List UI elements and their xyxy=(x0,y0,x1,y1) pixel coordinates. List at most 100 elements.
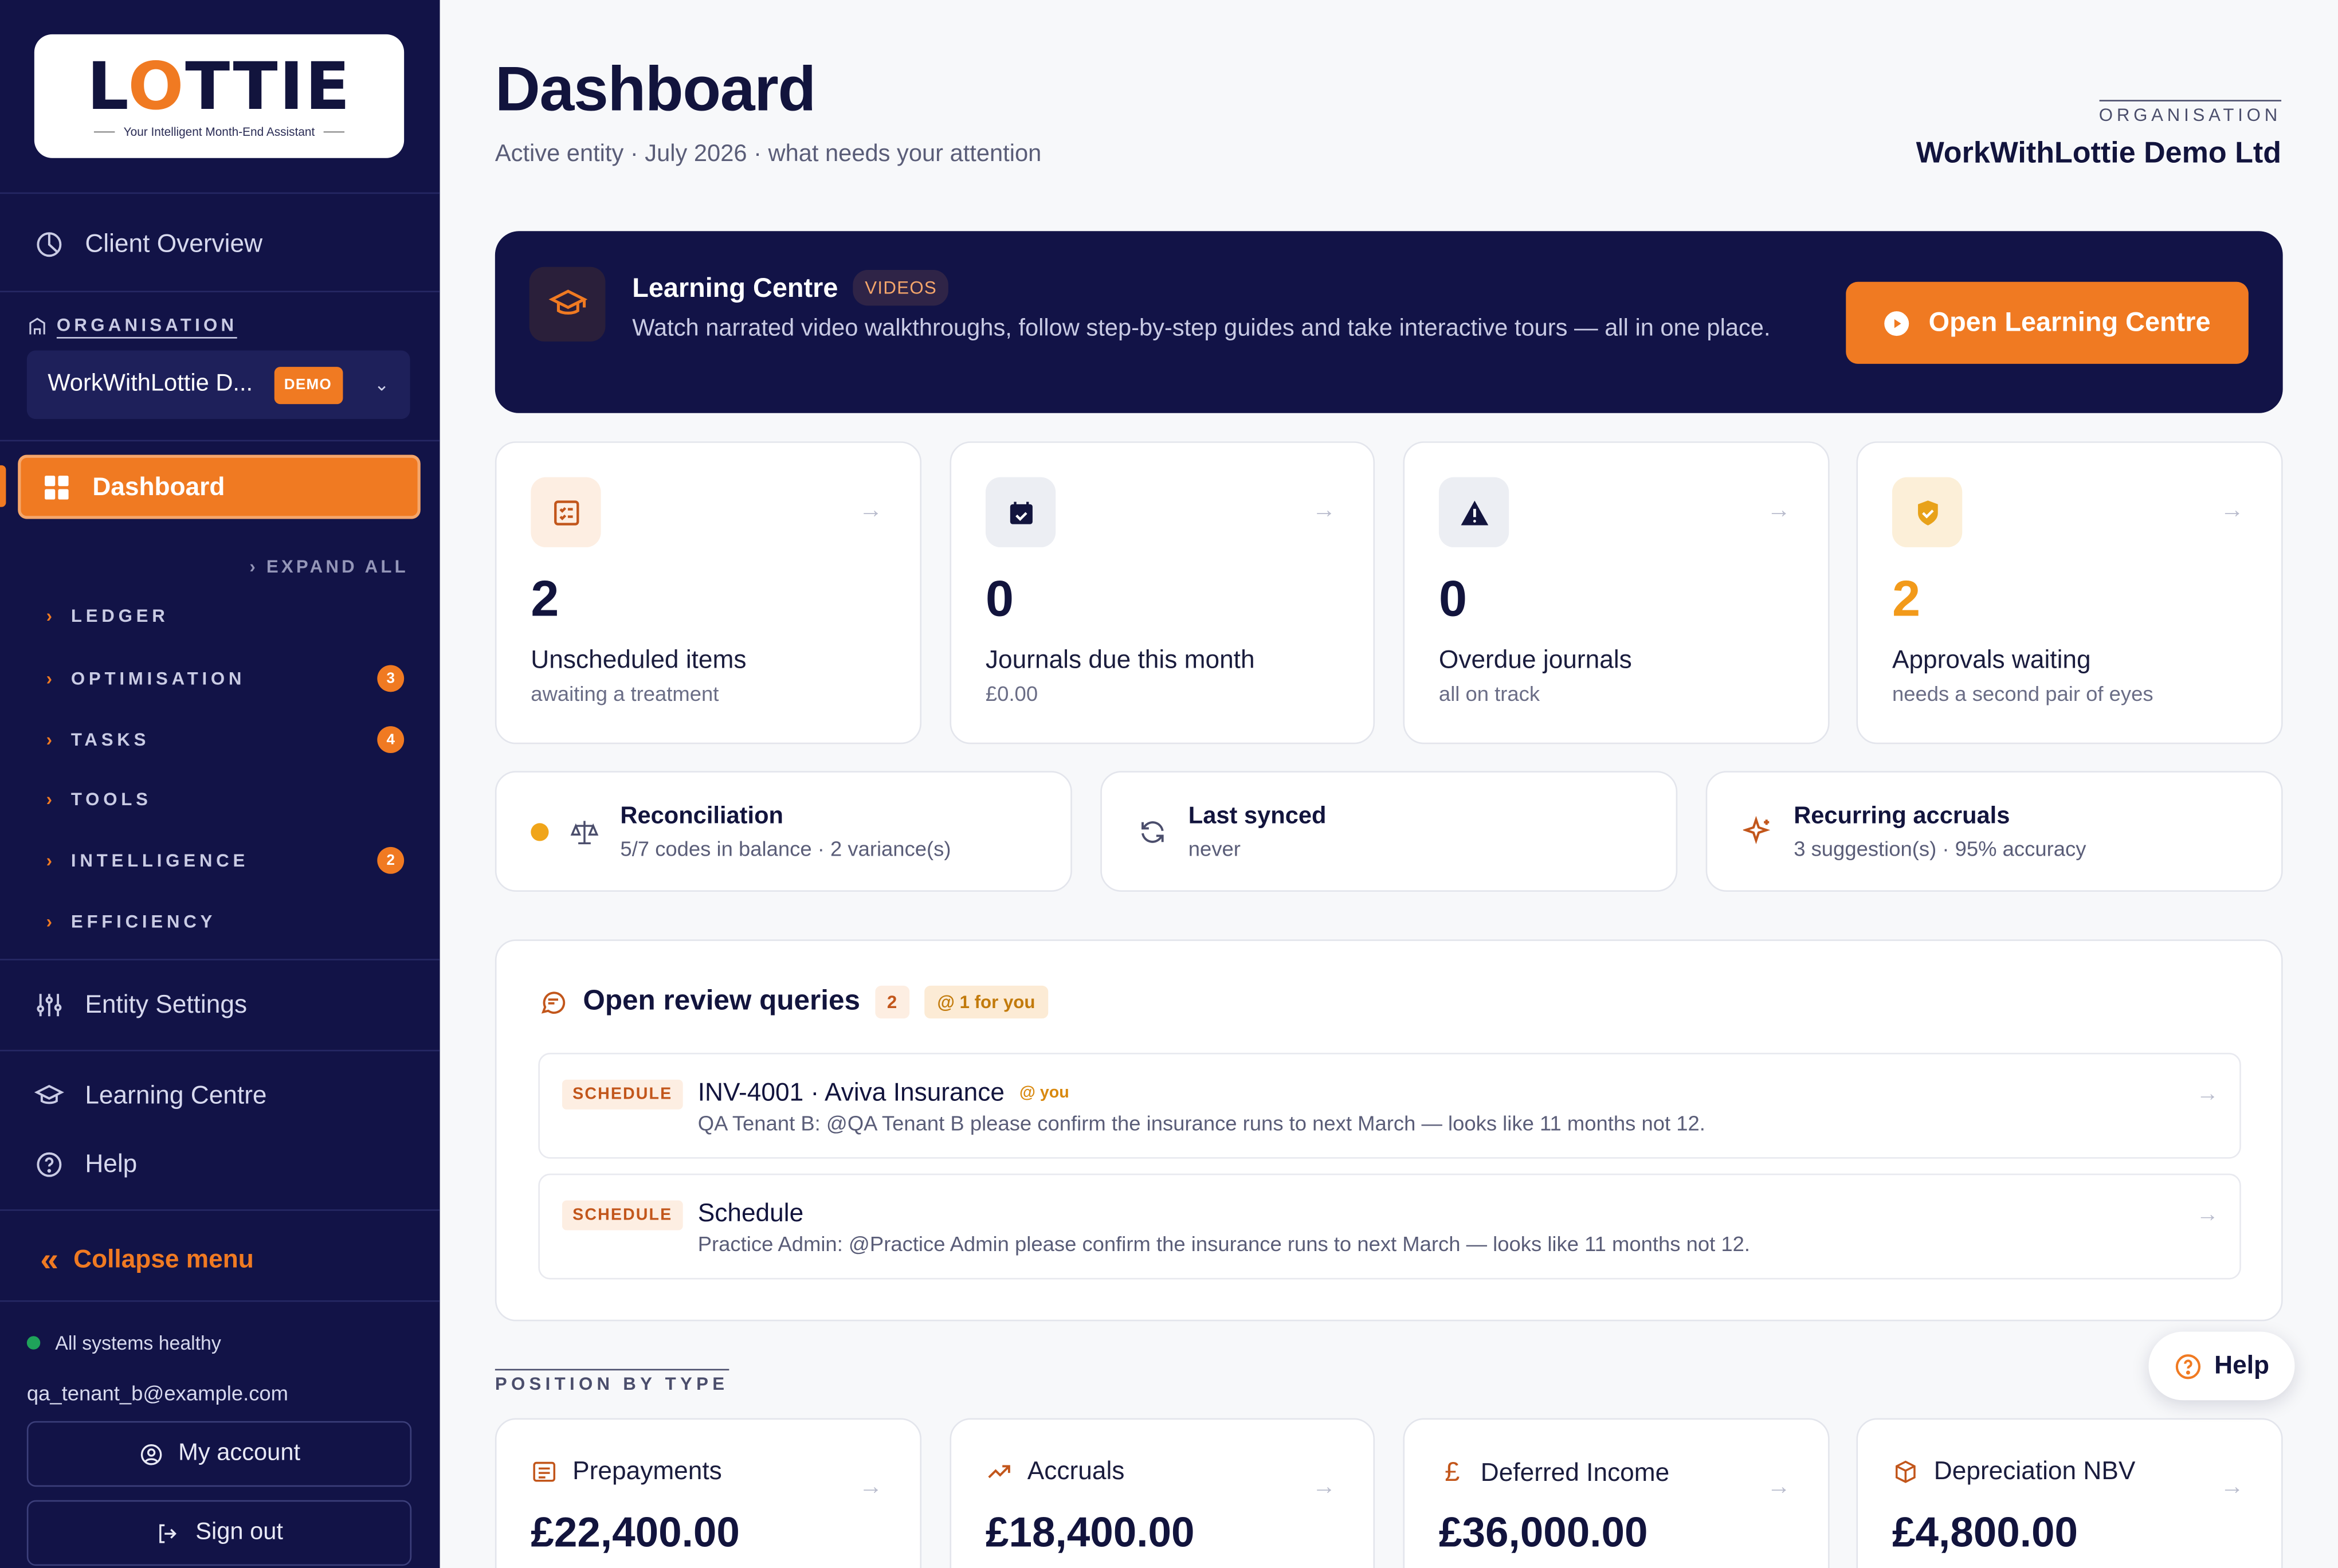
divider xyxy=(0,959,440,961)
recurring-accruals-subtext: 3 suggestion(s) · 95% accuracy xyxy=(1794,836,2086,861)
my-account-button[interactable]: My account xyxy=(26,1421,412,1487)
section-label: TOOLS xyxy=(70,789,152,810)
arrow-right-icon: → xyxy=(858,1475,883,1500)
graduation-cap-icon xyxy=(34,1084,64,1104)
stat-subtext: £0.00 xyxy=(985,681,1038,705)
nav-section-efficiency[interactable]: › EFFICIENCY xyxy=(46,911,404,932)
org-select-value: WorkWithLottie D... xyxy=(48,371,253,397)
nav-client-overview[interactable]: Client Overview xyxy=(34,230,262,260)
stat-card-unscheduled[interactable]: → 2 Unscheduled items awaiting a treatme… xyxy=(495,441,922,744)
arrow-right-icon: → xyxy=(1312,498,1336,524)
stat-label: Journals due this month xyxy=(985,645,1255,675)
nav-client-overview-label: Client Overview xyxy=(85,229,263,258)
nav-learning-centre[interactable]: Learning Centre xyxy=(34,1081,267,1111)
org-label-text: ORGANISATION xyxy=(56,315,238,339)
recurring-accruals-title: Recurring accruals xyxy=(1794,803,2010,829)
nav-section-ledger[interactable]: › LEDGER xyxy=(46,605,404,626)
help-circle-icon xyxy=(2176,1353,2201,1379)
sign-out-button[interactable]: Sign out xyxy=(26,1500,412,1566)
review-queries-panel: Open review queries 2 @ 1 for you SCHEDU… xyxy=(495,939,2283,1322)
page-subtitle: Active entity · July 2026 · what needs y… xyxy=(495,142,1042,167)
logo[interactable]: LOTTIE Your Intelligent Month-End Assist… xyxy=(34,34,405,158)
chevron-right-icon: › xyxy=(46,789,56,810)
calendar-check-icon xyxy=(985,477,1056,547)
org-info-label: ORGANISATION xyxy=(2098,100,2282,126)
stat-subtext: all on track xyxy=(1438,681,1540,705)
nav-section-tools[interactable]: › TOOLS xyxy=(46,789,404,809)
position-value: £22,400.00 xyxy=(531,1509,740,1555)
divider xyxy=(0,192,440,194)
nav-section-tasks[interactable]: › TASKS 4 xyxy=(46,726,405,754)
chat-icon xyxy=(541,991,566,1014)
position-card-depreciation[interactable]: Depreciation NBV → £4,800.00 xyxy=(1856,1418,2283,1568)
logo-text: L xyxy=(87,49,128,126)
nav-dashboard[interactable]: Dashboard xyxy=(18,454,421,519)
org-label: ORGANISATION xyxy=(27,315,238,339)
chevron-right-icon: › xyxy=(46,850,56,871)
stat-card-overdue[interactable]: → 0 Overdue journals all on track xyxy=(1403,441,1830,744)
sidebar: LOTTIE Your Intelligent Month-End Assist… xyxy=(0,0,440,1568)
org-select[interactable]: WorkWithLottie D... DEMO ⌄ xyxy=(26,350,410,420)
arrow-right-icon: → xyxy=(1767,1475,1791,1500)
review-queries-title: Open review queries xyxy=(583,985,860,1017)
last-synced-card[interactable]: Last synced never xyxy=(1100,771,1678,892)
play-circle-icon xyxy=(1885,310,1910,335)
count-badge: 2 xyxy=(875,985,909,1019)
position-title-text: Deferred Income xyxy=(1480,1457,1670,1486)
warning-icon xyxy=(1438,477,1509,547)
count-badge: 4 xyxy=(377,726,405,754)
nav-dashboard-label: Dashboard xyxy=(92,472,225,500)
sign-out-icon xyxy=(159,1523,177,1543)
open-learning-centre-button[interactable]: Open Learning Centre xyxy=(1846,281,2249,364)
divider xyxy=(0,440,440,442)
floating-help-button[interactable]: Help xyxy=(2148,1331,2295,1401)
stat-card-journals-due[interactable]: → 0 Journals due this month £0.00 xyxy=(950,441,1375,744)
query-title-text: Schedule xyxy=(697,1199,804,1228)
review-query-item[interactable]: SCHEDULE Schedule Practice Admin: @Pract… xyxy=(538,1173,2241,1280)
stat-card-approvals[interactable]: → 2 Approvals waiting needs a second pai… xyxy=(1856,441,2283,744)
position-card-deferred-income[interactable]: £ Deferred Income → £36,000.00 xyxy=(1403,1418,1830,1568)
nav-help[interactable]: Help xyxy=(34,1150,137,1179)
stat-label: Overdue journals xyxy=(1438,645,1632,675)
nav-section-intelligence[interactable]: › INTELLIGENCE 2 xyxy=(46,846,405,874)
stat-label: Approvals waiting xyxy=(1892,645,2091,675)
position-title-text: Prepayments xyxy=(572,1457,722,1485)
review-queries-header: Open review queries 2 @ 1 for you xyxy=(538,985,1049,1019)
divider xyxy=(0,291,440,292)
position-value: £18,400.00 xyxy=(985,1509,1195,1555)
stat-value: 0 xyxy=(1438,571,1468,628)
org-info: ORGANISATION WorkWithLottie Demo Ltd xyxy=(1916,100,2282,171)
sync-icon xyxy=(1141,821,1164,843)
review-query-item[interactable]: SCHEDULE INV-4001 · Aviva Insurance @ you… xyxy=(538,1053,2241,1159)
learning-centre-title-text: Learning Centre xyxy=(632,272,838,302)
position-title: Depreciation NBV xyxy=(1892,1457,2135,1487)
position-by-type-label: POSITION BY TYPE xyxy=(495,1369,729,1394)
chevron-right-icon: › xyxy=(249,556,258,577)
nav-section-optimisation[interactable]: › OPTIMISATION 3 xyxy=(46,665,405,692)
section-label: TASKS xyxy=(70,729,150,750)
expand-all-button[interactable]: › EXPAND ALL xyxy=(249,556,409,577)
logo-text-end: TTIE xyxy=(185,49,352,126)
org-info-name: WorkWithLottie Demo Ltd xyxy=(1916,137,2282,170)
floating-help-label: Help xyxy=(2214,1351,2270,1379)
arrow-right-icon: → xyxy=(2196,1081,2219,1107)
collapse-menu-label: Collapse menu xyxy=(73,1245,254,1274)
reconciliation-title: Reconciliation xyxy=(620,803,783,829)
my-account-label: My account xyxy=(178,1440,301,1466)
reconciliation-card[interactable]: Reconciliation 5/7 codes in balance · 2 … xyxy=(495,771,1072,892)
position-title: Prepayments xyxy=(531,1457,722,1487)
trend-up-icon xyxy=(988,1465,1010,1479)
system-health: All systems healthy xyxy=(26,1332,221,1354)
for-you-badge[interactable]: @ 1 for you xyxy=(924,985,1049,1019)
query-title: Schedule xyxy=(698,1199,803,1229)
position-card-prepayments[interactable]: Prepayments → £22,400.00 xyxy=(495,1418,922,1568)
recurring-accruals-card[interactable]: Recurring accruals 3 suggestion(s) · 95%… xyxy=(1705,771,2283,892)
collapse-menu-button[interactable]: « Collapse menu xyxy=(40,1241,254,1280)
position-card-accruals[interactable]: Accruals → £18,400.00 xyxy=(950,1418,1375,1568)
nav-entity-settings[interactable]: Entity Settings xyxy=(34,990,247,1020)
nav-help-label: Help xyxy=(85,1150,138,1178)
learning-centre-title: Learning Centre VIDEOS xyxy=(632,269,949,306)
double-chevron-left-icon: « xyxy=(40,1240,59,1278)
grid-icon xyxy=(45,475,69,499)
help-circle-icon xyxy=(37,1152,62,1177)
